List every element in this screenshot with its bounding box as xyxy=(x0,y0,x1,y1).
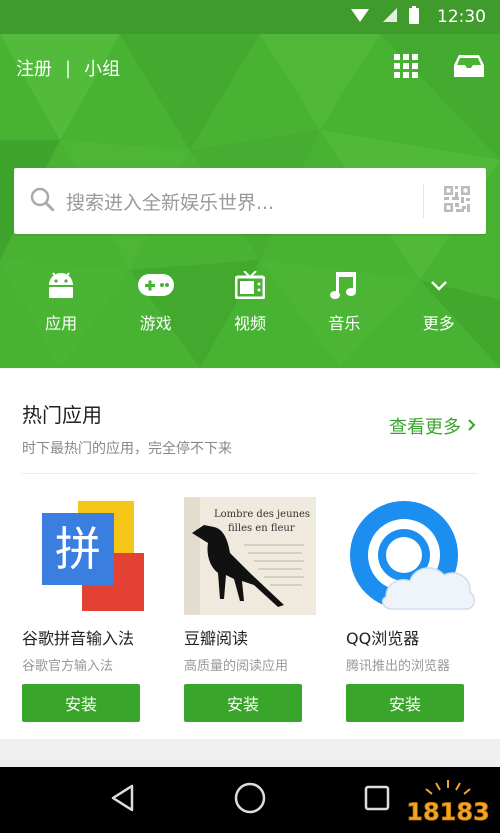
app-name: 谷歌拼音输入法 xyxy=(22,629,135,648)
hot-apps-card: 热门应用 时下最热门的应用，完全停不下来 查看更多 拼 谷歌拼音输入法 谷歌官方… xyxy=(0,369,500,739)
register-link[interactable]: 注册 xyxy=(16,55,52,81)
android-icon xyxy=(46,270,76,300)
chevron-right-icon xyxy=(467,416,476,437)
app-icon-glyph: 拼 xyxy=(55,522,101,576)
status-time: 12:30 xyxy=(437,7,486,27)
app-desc: 高质量的阅读应用 xyxy=(184,659,289,674)
tv-icon xyxy=(234,270,265,300)
home-icon[interactable] xyxy=(233,781,267,819)
signal-icon xyxy=(381,7,397,27)
app-desc: 谷歌官方输入法 xyxy=(22,659,114,674)
category-apps[interactable]: 应用 xyxy=(21,270,101,340)
watermark-logo: 18183 xyxy=(406,780,490,826)
google-pinyin-app-icon: 拼 xyxy=(22,497,154,615)
gamepad-icon xyxy=(137,270,174,300)
inbox-icon[interactable] xyxy=(454,54,484,82)
music-note-icon xyxy=(330,270,358,300)
wifi-icon xyxy=(351,7,369,27)
install-button[interactable]: 安装 xyxy=(346,684,464,722)
chevron-down-icon xyxy=(429,270,449,300)
douban-read-app-icon: Lombre des jeunes filles en fleur xyxy=(184,497,316,615)
app-item[interactable]: 拼 谷歌拼音输入法 谷歌官方输入法 安装 xyxy=(22,497,154,722)
search-icon xyxy=(30,187,55,215)
section-gap xyxy=(0,739,500,767)
app-name: QQ浏览器 xyxy=(346,629,420,648)
hot-apps-header: 热门应用 时下最热门的应用，完全停不下来 查看更多 xyxy=(22,399,484,458)
category-video[interactable]: 视频 xyxy=(210,270,290,340)
category-label: 应用 xyxy=(45,314,78,333)
watermark-text: 18183 xyxy=(406,798,490,826)
hot-apps-subtitle: 时下最热门的应用，完全停不下来 xyxy=(22,441,232,457)
group-link[interactable]: 小组 xyxy=(84,55,120,81)
category-music[interactable]: 音乐 xyxy=(304,270,384,340)
app-list: 拼 谷歌拼音输入法 谷歌官方输入法 安装 Lombre des jeunes f… xyxy=(22,497,478,722)
category-label: 游戏 xyxy=(139,314,172,333)
category-games[interactable]: 游戏 xyxy=(116,270,196,340)
install-button[interactable]: 安装 xyxy=(184,684,302,722)
app-item[interactable]: QQ浏览器 腾讯推出的浏览器 安装 xyxy=(346,497,478,722)
qq-browser-app-icon xyxy=(346,497,478,615)
view-more-label: 查看更多 xyxy=(389,417,461,438)
book-cover-line: filles en fleur xyxy=(228,523,295,534)
install-button[interactable]: 安装 xyxy=(22,684,140,722)
back-icon[interactable] xyxy=(108,783,138,817)
app-item[interactable]: Lombre des jeunes filles en fleur 豆瓣阅读 高… xyxy=(184,497,316,722)
header-hero: 12:30 注册 | 小组 搜索进入全新娱乐世界... 应用 游戏 视频 音乐 … xyxy=(0,0,500,368)
battery-icon xyxy=(409,6,419,28)
grid-icon[interactable] xyxy=(394,53,418,83)
search-divider xyxy=(423,184,424,218)
category-row: 应用 游戏 视频 音乐 更多 xyxy=(0,270,500,340)
top-bar-separator: | xyxy=(65,57,72,79)
category-label: 视频 xyxy=(233,314,266,333)
search-box[interactable]: 搜索进入全新娱乐世界... xyxy=(14,168,486,234)
qr-code-icon[interactable] xyxy=(444,186,470,216)
category-label: 音乐 xyxy=(328,314,361,333)
app-name: 豆瓣阅读 xyxy=(184,629,249,648)
search-input[interactable]: 搜索进入全新娱乐世界... xyxy=(66,188,423,215)
category-label: 更多 xyxy=(422,314,455,333)
view-more-link[interactable]: 查看更多 xyxy=(389,413,476,439)
app-desc: 腾讯推出的浏览器 xyxy=(346,659,451,674)
status-bar: 12:30 xyxy=(0,0,500,34)
book-cover-line: Lombre des jeunes xyxy=(214,509,310,520)
top-bar: 注册 | 小组 xyxy=(0,48,500,88)
card-divider xyxy=(22,473,478,474)
recents-icon[interactable] xyxy=(362,783,392,817)
category-more[interactable]: 更多 xyxy=(399,270,479,340)
